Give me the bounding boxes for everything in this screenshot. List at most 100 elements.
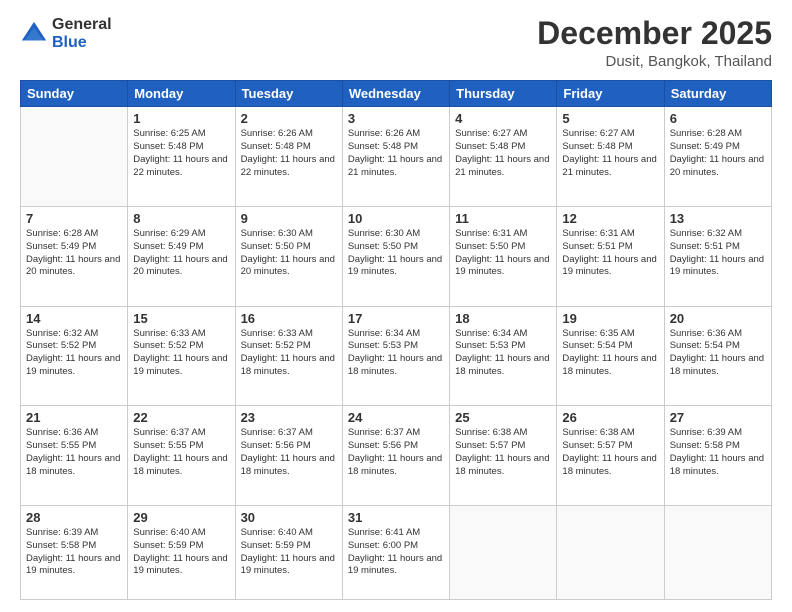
cell-info: Sunrise: 6:26 AMSunset: 5:48 PMDaylight:… <box>348 128 444 179</box>
calendar-cell: 8 Sunrise: 6:29 AMSunset: 5:49 PMDayligh… <box>128 206 235 306</box>
day-number: 11 <box>455 211 551 226</box>
cell-info: Sunrise: 6:36 AMSunset: 5:54 PMDaylight:… <box>670 328 766 379</box>
calendar-cell: 22 Sunrise: 6:37 AMSunset: 5:55 PMDaylig… <box>128 406 235 506</box>
day-number: 31 <box>348 510 444 525</box>
cell-info: Sunrise: 6:39 AMSunset: 5:58 PMDaylight:… <box>26 527 122 578</box>
calendar-cell: 23 Sunrise: 6:37 AMSunset: 5:56 PMDaylig… <box>235 406 342 506</box>
cell-info: Sunrise: 6:34 AMSunset: 5:53 PMDaylight:… <box>455 328 551 379</box>
day-number: 12 <box>562 211 658 226</box>
calendar-cell: 19 Sunrise: 6:35 AMSunset: 5:54 PMDaylig… <box>557 306 664 406</box>
cell-info: Sunrise: 6:28 AMSunset: 5:49 PMDaylight:… <box>670 128 766 179</box>
day-number: 24 <box>348 410 444 425</box>
day-number: 4 <box>455 111 551 126</box>
calendar-cell: 14 Sunrise: 6:32 AMSunset: 5:52 PMDaylig… <box>21 306 128 406</box>
calendar-week-1: 1 Sunrise: 6:25 AMSunset: 5:48 PMDayligh… <box>21 107 772 207</box>
day-number: 16 <box>241 311 337 326</box>
cell-info: Sunrise: 6:38 AMSunset: 5:57 PMDaylight:… <box>455 427 551 478</box>
calendar-cell: 24 Sunrise: 6:37 AMSunset: 5:56 PMDaylig… <box>342 406 449 506</box>
calendar-cell: 21 Sunrise: 6:36 AMSunset: 5:55 PMDaylig… <box>21 406 128 506</box>
calendar-cell: 25 Sunrise: 6:38 AMSunset: 5:57 PMDaylig… <box>450 406 557 506</box>
day-number: 17 <box>348 311 444 326</box>
calendar-cell <box>21 107 128 207</box>
cell-info: Sunrise: 6:31 AMSunset: 5:51 PMDaylight:… <box>562 228 658 279</box>
cell-info: Sunrise: 6:36 AMSunset: 5:55 PMDaylight:… <box>26 427 122 478</box>
calendar-cell: 27 Sunrise: 6:39 AMSunset: 5:58 PMDaylig… <box>664 406 771 506</box>
logo-icon <box>20 20 48 48</box>
calendar-cell <box>664 506 771 600</box>
logo-blue-text: Blue <box>52 34 112 52</box>
calendar-cell: 30 Sunrise: 6:40 AMSunset: 5:59 PMDaylig… <box>235 506 342 600</box>
day-number: 7 <box>26 211 122 226</box>
day-number: 8 <box>133 211 229 226</box>
cell-info: Sunrise: 6:29 AMSunset: 5:49 PMDaylight:… <box>133 228 229 279</box>
col-thursday: Thursday <box>450 81 557 107</box>
col-monday: Monday <box>128 81 235 107</box>
header: General Blue December 2025 Dusit, Bangko… <box>20 16 772 70</box>
col-sunday: Sunday <box>21 81 128 107</box>
calendar-week-5: 28 Sunrise: 6:39 AMSunset: 5:58 PMDaylig… <box>21 506 772 600</box>
day-number: 22 <box>133 410 229 425</box>
col-tuesday: Tuesday <box>235 81 342 107</box>
cell-info: Sunrise: 6:26 AMSunset: 5:48 PMDaylight:… <box>241 128 337 179</box>
day-number: 19 <box>562 311 658 326</box>
day-number: 5 <box>562 111 658 126</box>
calendar-cell: 12 Sunrise: 6:31 AMSunset: 5:51 PMDaylig… <box>557 206 664 306</box>
day-number: 9 <box>241 211 337 226</box>
subtitle: Dusit, Bangkok, Thailand <box>537 53 772 70</box>
day-number: 25 <box>455 410 551 425</box>
calendar-week-2: 7 Sunrise: 6:28 AMSunset: 5:49 PMDayligh… <box>21 206 772 306</box>
logo-text: General Blue <box>52 16 112 51</box>
cell-info: Sunrise: 6:32 AMSunset: 5:52 PMDaylight:… <box>26 328 122 379</box>
cell-info: Sunrise: 6:40 AMSunset: 5:59 PMDaylight:… <box>133 527 229 578</box>
calendar-cell: 28 Sunrise: 6:39 AMSunset: 5:58 PMDaylig… <box>21 506 128 600</box>
cell-info: Sunrise: 6:32 AMSunset: 5:51 PMDaylight:… <box>670 228 766 279</box>
day-number: 10 <box>348 211 444 226</box>
day-number: 1 <box>133 111 229 126</box>
logo-general-text: General <box>52 16 112 34</box>
calendar-cell: 11 Sunrise: 6:31 AMSunset: 5:50 PMDaylig… <box>450 206 557 306</box>
day-number: 13 <box>670 211 766 226</box>
cell-info: Sunrise: 6:38 AMSunset: 5:57 PMDaylight:… <box>562 427 658 478</box>
calendar-cell: 15 Sunrise: 6:33 AMSunset: 5:52 PMDaylig… <box>128 306 235 406</box>
day-number: 30 <box>241 510 337 525</box>
calendar-cell: 10 Sunrise: 6:30 AMSunset: 5:50 PMDaylig… <box>342 206 449 306</box>
day-number: 26 <box>562 410 658 425</box>
calendar-cell: 26 Sunrise: 6:38 AMSunset: 5:57 PMDaylig… <box>557 406 664 506</box>
calendar-cell: 6 Sunrise: 6:28 AMSunset: 5:49 PMDayligh… <box>664 107 771 207</box>
cell-info: Sunrise: 6:31 AMSunset: 5:50 PMDaylight:… <box>455 228 551 279</box>
cell-info: Sunrise: 6:27 AMSunset: 5:48 PMDaylight:… <box>562 128 658 179</box>
col-saturday: Saturday <box>664 81 771 107</box>
cell-info: Sunrise: 6:41 AMSunset: 6:00 PMDaylight:… <box>348 527 444 578</box>
calendar-cell: 2 Sunrise: 6:26 AMSunset: 5:48 PMDayligh… <box>235 107 342 207</box>
calendar-cell: 16 Sunrise: 6:33 AMSunset: 5:52 PMDaylig… <box>235 306 342 406</box>
calendar-cell: 1 Sunrise: 6:25 AMSunset: 5:48 PMDayligh… <box>128 107 235 207</box>
calendar-week-3: 14 Sunrise: 6:32 AMSunset: 5:52 PMDaylig… <box>21 306 772 406</box>
calendar-cell: 9 Sunrise: 6:30 AMSunset: 5:50 PMDayligh… <box>235 206 342 306</box>
calendar-table: Sunday Monday Tuesday Wednesday Thursday… <box>20 80 772 600</box>
calendar-cell: 18 Sunrise: 6:34 AMSunset: 5:53 PMDaylig… <box>450 306 557 406</box>
page: General Blue December 2025 Dusit, Bangko… <box>0 0 792 612</box>
calendar-week-4: 21 Sunrise: 6:36 AMSunset: 5:55 PMDaylig… <box>21 406 772 506</box>
calendar-cell: 29 Sunrise: 6:40 AMSunset: 5:59 PMDaylig… <box>128 506 235 600</box>
calendar-cell: 31 Sunrise: 6:41 AMSunset: 6:00 PMDaylig… <box>342 506 449 600</box>
calendar-cell: 4 Sunrise: 6:27 AMSunset: 5:48 PMDayligh… <box>450 107 557 207</box>
logo: General Blue <box>20 16 112 51</box>
cell-info: Sunrise: 6:27 AMSunset: 5:48 PMDaylight:… <box>455 128 551 179</box>
day-number: 18 <box>455 311 551 326</box>
col-wednesday: Wednesday <box>342 81 449 107</box>
calendar-cell: 5 Sunrise: 6:27 AMSunset: 5:48 PMDayligh… <box>557 107 664 207</box>
cell-info: Sunrise: 6:37 AMSunset: 5:55 PMDaylight:… <box>133 427 229 478</box>
day-number: 2 <box>241 111 337 126</box>
cell-info: Sunrise: 6:30 AMSunset: 5:50 PMDaylight:… <box>241 228 337 279</box>
day-number: 14 <box>26 311 122 326</box>
cell-info: Sunrise: 6:37 AMSunset: 5:56 PMDaylight:… <box>241 427 337 478</box>
cell-info: Sunrise: 6:28 AMSunset: 5:49 PMDaylight:… <box>26 228 122 279</box>
calendar-cell: 7 Sunrise: 6:28 AMSunset: 5:49 PMDayligh… <box>21 206 128 306</box>
day-number: 27 <box>670 410 766 425</box>
cell-info: Sunrise: 6:34 AMSunset: 5:53 PMDaylight:… <box>348 328 444 379</box>
calendar-cell <box>557 506 664 600</box>
cell-info: Sunrise: 6:33 AMSunset: 5:52 PMDaylight:… <box>133 328 229 379</box>
calendar-cell <box>450 506 557 600</box>
day-number: 15 <box>133 311 229 326</box>
calendar-header-row: Sunday Monday Tuesday Wednesday Thursday… <box>21 81 772 107</box>
